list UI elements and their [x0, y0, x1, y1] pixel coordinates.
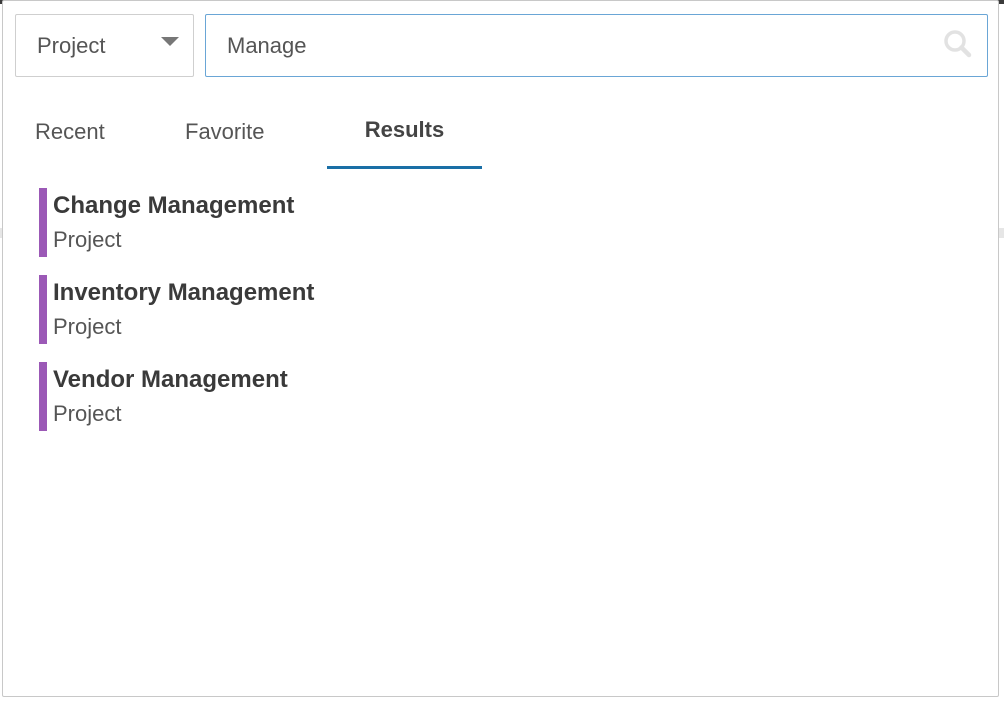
result-item-vendor-management[interactable]: Vendor Management Project: [39, 362, 939, 431]
search-popup: Project Recent Favorite Results Change M…: [2, 0, 999, 697]
result-accent-bar: [39, 188, 47, 257]
tab-bar: Recent Favorite Results: [3, 101, 1000, 171]
scope-dropdown[interactable]: Project: [15, 14, 194, 77]
tab-recent[interactable]: Recent: [15, 101, 125, 169]
scope-dropdown-value: Project: [37, 32, 106, 58]
tab-results[interactable]: Results: [327, 101, 482, 169]
search-field[interactable]: [205, 14, 988, 77]
stage: Project Recent Favorite Results Change M…: [0, 0, 1004, 702]
result-title: Change Management: [53, 192, 295, 219]
search-input[interactable]: [227, 32, 943, 59]
result-type: Project: [53, 314, 122, 339]
results-list: Change Management Project Inventory Mana…: [39, 188, 939, 450]
result-accent-bar: [39, 362, 47, 431]
result-item-inventory-management[interactable]: Inventory Management Project: [39, 275, 939, 344]
result-item-change-management[interactable]: Change Management Project: [39, 188, 939, 257]
tab-favorite[interactable]: Favorite: [165, 101, 305, 169]
result-type: Project: [53, 401, 122, 426]
result-accent-bar: [39, 275, 47, 344]
result-type: Project: [53, 227, 122, 252]
result-title: Inventory Management: [53, 279, 315, 306]
result-title: Vendor Management: [53, 366, 288, 393]
caret-down-icon: [161, 37, 179, 46]
search-icon[interactable]: [943, 29, 973, 59]
